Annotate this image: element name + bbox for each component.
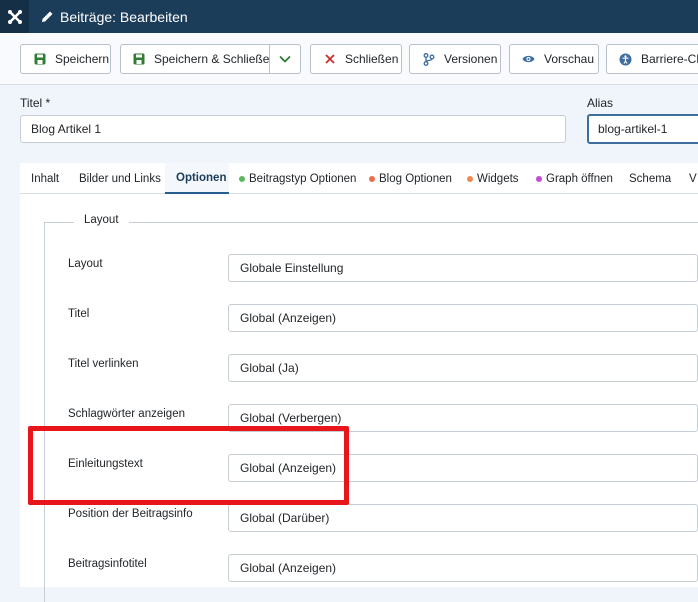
tab-label: Beitragstyp Optionen: [249, 172, 357, 185]
chevron-down-icon: [279, 50, 291, 68]
tab-graph-oeffnen[interactable]: Graph öffnen: [536, 163, 613, 194]
title-input[interactable]: Blog Artikel 1: [20, 115, 566, 143]
save-close-button[interactable]: Speichern & Schließen: [120, 44, 270, 74]
tab-label: Optionen: [176, 171, 227, 184]
tab-blog-optionen[interactable]: Blog Optionen: [369, 163, 452, 194]
field-label-info-title: Beitragsinfotitel: [68, 558, 147, 570]
select-info-title[interactable]: Global (Anzeigen): [228, 554, 698, 582]
tab-schema[interactable]: Schema: [629, 163, 671, 194]
toolbar: Speichern Speichern & Schließen Schließe…: [0, 33, 698, 85]
select-show-tags[interactable]: Global (Verbergen): [228, 404, 698, 432]
pencil-icon: [41, 10, 54, 23]
select-layout[interactable]: Globale Einstellung: [228, 254, 698, 282]
field-label-title-link: Titel verlinken: [68, 358, 139, 370]
eye-icon: [522, 53, 535, 66]
save-close-button-label: Speichern & Schließen: [154, 52, 270, 66]
tab-inhalt[interactable]: Inhalt: [20, 163, 68, 194]
field-label-intro-text: Einleitungstext: [68, 458, 143, 470]
accessibility-icon: [619, 53, 632, 66]
joomla-logo-icon[interactable]: [0, 0, 29, 33]
close-icon: [323, 53, 336, 66]
preview-button-label: Vorschau: [544, 52, 595, 66]
versions-button-label: Versionen: [444, 52, 498, 66]
tab-bilder-und-links[interactable]: Bilder und Links: [68, 163, 165, 194]
tab-label: Widgets: [477, 172, 519, 185]
tab-label: Inhalt: [31, 172, 60, 185]
field-label-info-position: Position der Beitragsinfo: [68, 508, 193, 520]
options-panel: Layout Layout Globale Einstellung Titel …: [20, 194, 698, 602]
editor-tabs: Inhalt Bilder und Links Optionen Beitrag…: [20, 163, 698, 194]
tab-more[interactable]: V: [689, 163, 697, 194]
save-options-dropdown[interactable]: [269, 44, 301, 74]
status-dot-icon: [239, 175, 245, 182]
preview-button[interactable]: Vorschau: [509, 44, 599, 74]
tab-widgets[interactable]: Widgets: [467, 163, 519, 194]
page-title: Beiträge: Bearbeiten: [60, 8, 188, 25]
select-intro-text[interactable]: Global (Anzeigen): [228, 454, 698, 482]
title-label: Titel *: [20, 96, 51, 110]
floppy-disk-icon: [33, 53, 46, 66]
admin-header: Beiträge: Bearbeiten: [0, 0, 698, 33]
save-button[interactable]: Speichern: [20, 44, 111, 74]
close-button[interactable]: Schließen: [310, 44, 402, 74]
tab-label: V: [689, 172, 697, 185]
select-info-position[interactable]: Global (Darüber): [228, 504, 698, 532]
floppy-disk-icon: [133, 53, 145, 66]
tab-label: Bilder und Links: [79, 172, 161, 185]
alias-label: Alias: [587, 96, 614, 110]
status-dot-icon: [536, 175, 542, 182]
versions-button[interactable]: Versionen: [409, 44, 501, 74]
tab-label: Graph öffnen: [546, 172, 613, 185]
tab-beitragstyp-optionen[interactable]: Beitragstyp Optionen: [239, 163, 356, 194]
status-dot-icon: [467, 175, 473, 182]
field-label-layout: Layout: [68, 258, 103, 270]
status-dot-icon: [369, 175, 375, 182]
layout-legend: Layout: [74, 214, 129, 226]
close-button-label: Schließen: [345, 52, 399, 66]
accessibility-check-button[interactable]: Barriere-Che: [606, 44, 698, 74]
tab-label: Schema: [629, 172, 672, 185]
field-label-show-tags: Schlagwörter anzeigen: [68, 408, 185, 420]
field-label-title: Titel: [68, 308, 90, 320]
alias-input[interactable]: blog-artikel-1: [587, 114, 698, 144]
accessibility-check-button-label: Barriere-Che: [641, 52, 698, 66]
tab-optionen[interactable]: Optionen: [165, 163, 229, 194]
tab-label: Blog Optionen: [379, 172, 452, 185]
code-branch-icon: [422, 52, 435, 66]
save-button-label: Speichern: [55, 52, 110, 66]
select-title-link[interactable]: Global (Ja): [228, 354, 698, 382]
select-title[interactable]: Global (Anzeigen): [228, 304, 698, 332]
